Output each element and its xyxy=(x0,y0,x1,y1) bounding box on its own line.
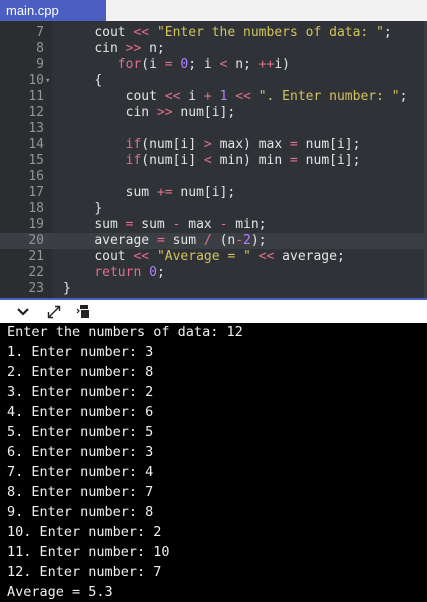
line-number: 17 xyxy=(28,185,44,200)
code-text: sum += num[i]; xyxy=(125,185,236,200)
console-toolbar xyxy=(0,300,427,323)
code-text: cout << i + 1 << ". Enter number: "; xyxy=(125,89,408,104)
code-line[interactable]: 18 } xyxy=(0,201,424,217)
file-tab-main-cpp[interactable]: main.cpp xyxy=(0,0,106,21)
line-number: 11 xyxy=(28,89,44,104)
console-line: 4. Enter number: 6 xyxy=(7,404,154,420)
line-number: 12 xyxy=(28,105,44,120)
code-text: } xyxy=(94,201,103,216)
code-text: { xyxy=(94,73,103,88)
console-line: 1. Enter number: 3 xyxy=(7,344,154,360)
code-line[interactable]: 15 if(num[i] < min) min = num[i]; xyxy=(0,153,424,169)
code-text: return 0; xyxy=(94,265,165,280)
code-text: cout << "Average = " << average; xyxy=(94,249,345,264)
code-text: if(num[i] > max) max = num[i]; xyxy=(125,137,361,152)
code-line[interactable]: 9 for(i = 0; i < n; ++i) xyxy=(0,57,424,73)
code-line[interactable]: 10 ▾ { xyxy=(0,73,424,89)
code-line[interactable]: 7 cout << "Enter the numbers of data: "; xyxy=(0,25,424,41)
line-number: 19 xyxy=(28,217,44,232)
code-line[interactable]: 21 cout << "Average = " << average; xyxy=(0,249,424,265)
console-line: 6. Enter number: 3 xyxy=(7,444,154,460)
line-number: 18 xyxy=(28,201,44,216)
code-line[interactable]: 8 cin >> n; xyxy=(0,41,424,57)
console-line: Enter the numbers of data: 12 xyxy=(7,324,243,340)
code-line[interactable]: 19 sum = sum - max - min; xyxy=(0,217,424,233)
console-line: 5. Enter number: 5 xyxy=(7,424,154,440)
code-line[interactable]: 23} xyxy=(0,281,424,297)
line-number: 14 xyxy=(28,137,44,152)
code-text: average = sum / (n-2); xyxy=(94,233,267,248)
code-line[interactable]: 11 cout << i + 1 << ". Enter number: "; xyxy=(0,89,424,105)
code-line[interactable]: 13 xyxy=(0,121,424,137)
console-line: 7. Enter number: 4 xyxy=(7,464,154,480)
line-number: 7 xyxy=(36,25,44,40)
code-line[interactable]: 22 return 0; xyxy=(0,265,424,281)
code-line[interactable]: 12 cin >> num[i]; xyxy=(0,105,424,121)
code-editor[interactable]: 7 cout << "Enter the numbers of data: ";… xyxy=(0,21,427,298)
console-line: 8. Enter number: 7 xyxy=(7,484,154,500)
code-line[interactable]: 14 if(num[i] > max) max = num[i]; xyxy=(0,137,424,153)
line-number: 10 xyxy=(28,73,44,88)
console-line: 12. Enter number: 7 xyxy=(7,564,162,580)
line-number: 16 xyxy=(28,169,44,184)
file-tab-bar: main.cpp xyxy=(0,0,427,21)
code-text: cin >> num[i]; xyxy=(125,105,236,120)
line-number: 21 xyxy=(28,249,44,264)
console-line: 9. Enter number: 8 xyxy=(7,504,154,520)
line-number: 20 xyxy=(28,233,44,248)
code-text: for(i = 0; i < n; ++i) xyxy=(117,57,291,72)
console-line: Average = 5.3 xyxy=(7,584,113,600)
line-number: 15 xyxy=(28,153,44,168)
line-number: 23 xyxy=(28,281,44,296)
code-text: cin >> n; xyxy=(94,41,165,56)
code-text: if(num[i] < min) min = num[i]; xyxy=(125,153,361,168)
copy-output-icon[interactable] xyxy=(75,303,93,320)
console-output[interactable]: Enter the numbers of data: 12 1. Enter nu… xyxy=(0,323,427,602)
code-text: } xyxy=(63,281,71,296)
line-number: 8 xyxy=(36,41,44,56)
code-text: sum = sum - max - min; xyxy=(94,217,267,232)
fold-arrow-icon[interactable]: ▾ xyxy=(45,73,50,89)
code-text: cout << "Enter the numbers of data: "; xyxy=(94,25,392,40)
console-line: 10. Enter number: 2 xyxy=(7,524,162,540)
line-number: 9 xyxy=(36,57,44,72)
line-number: 22 xyxy=(28,265,44,280)
console-line: 11. Enter number: 10 xyxy=(7,544,170,560)
collapse-console-icon[interactable] xyxy=(14,303,32,320)
expand-console-icon[interactable] xyxy=(45,303,63,320)
console-line: 3. Enter number: 2 xyxy=(7,384,154,400)
console-line: 2. Enter number: 8 xyxy=(7,364,154,380)
code-line[interactable]: 16 xyxy=(0,169,424,185)
code-line[interactable]: 20 average = sum / (n-2); xyxy=(0,233,424,249)
line-number: 13 xyxy=(28,121,44,136)
code-line[interactable]: 17 sum += num[i]; xyxy=(0,185,424,201)
